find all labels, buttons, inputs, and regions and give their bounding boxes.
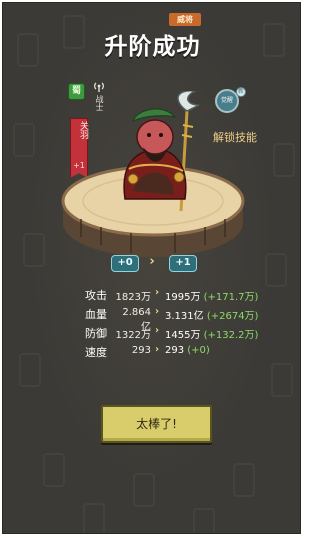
stats-list: 攻击 1823万 › 1995万 (+171.7万) 血量 2.864亿 › 3… <box>85 286 285 362</box>
stat-new-value: 1995万 (+171.7万) <box>165 292 259 303</box>
hero-name: 关羽 <box>78 121 88 139</box>
stat-old-value: 1823万 <box>115 292 151 303</box>
stat-label: 攻击 <box>85 289 107 302</box>
stat-delta: (+2674万) <box>206 311 259 322</box>
stat-delta: (+171.7万) <box>203 292 259 303</box>
faction-tag: 蜀 <box>68 83 85 100</box>
stat-row-attack: 攻击 1823万 › 1995万 (+171.7万) <box>85 286 285 305</box>
skill-unlock-label: 解锁技能 <box>213 131 257 144</box>
chevron-right-icon: › <box>155 344 160 355</box>
chevron-right-icon: › <box>155 287 160 298</box>
stat-new-value: 3.131亿 (+2674万) <box>165 311 259 322</box>
stat-delta: (+132.2万) <box>203 330 259 341</box>
level-to: +1 <box>169 255 197 272</box>
hero-figure <box>123 91 200 212</box>
stat-label: 防御 <box>85 327 107 340</box>
stat-label: 速度 <box>85 346 107 359</box>
result-panel: 威将 升阶成功 蜀 战士 关羽 +1 觉醒 新 解锁技能 +0 › +1 攻击 … <box>2 2 301 534</box>
rank-badge: 威将 <box>169 13 201 26</box>
stat-new-value: 293 (+0) <box>165 345 210 356</box>
stat-row-defense: 防御 1322万 › 1455万 (+132.2万) <box>85 324 285 343</box>
stat-new-value: 1455万 (+132.2万) <box>165 330 259 341</box>
stat-old-value: 293 <box>131 345 151 356</box>
page-title: 升阶成功 <box>104 34 201 60</box>
stat-old-value: 1322万 <box>115 330 151 341</box>
stat-row-speed: 速度 293 › 293 (+0) <box>85 343 285 362</box>
level-from: +0 <box>111 255 139 272</box>
chevron-right-icon: › <box>149 254 155 269</box>
chevron-right-icon: › <box>155 325 160 336</box>
confirm-button[interactable]: 太棒了! <box>101 405 212 443</box>
new-skill-dot: 新 <box>236 87 246 97</box>
stat-delta: (+0) <box>187 345 210 356</box>
chevron-right-icon: › <box>155 306 160 317</box>
stat-label: 血量 <box>85 308 107 321</box>
stat-row-hp: 血量 2.864亿 › 3.131亿 (+2674万) <box>85 305 285 333</box>
